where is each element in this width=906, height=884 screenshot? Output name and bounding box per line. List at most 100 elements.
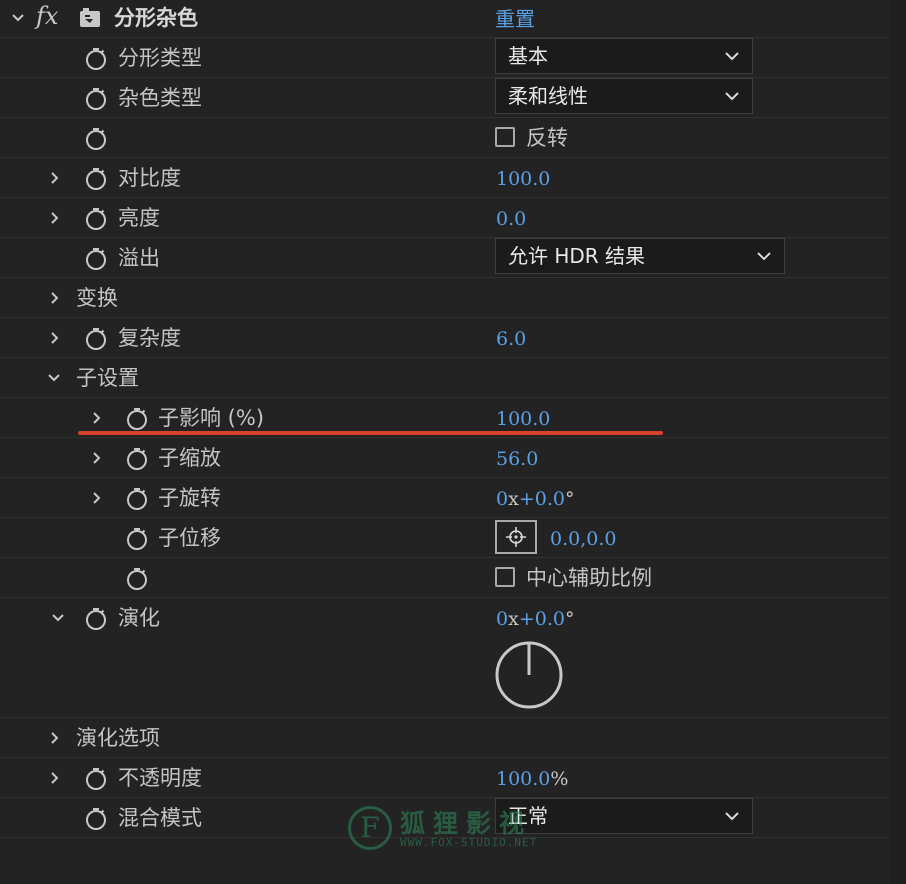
sub-influence-value[interactable]: 100.0 (496, 406, 550, 432)
stopwatch-icon[interactable] (84, 126, 108, 150)
invert-checkbox[interactable] (495, 127, 515, 147)
chevron-right-icon[interactable] (44, 288, 64, 308)
chevron-down-icon (754, 239, 774, 273)
overflow-dropdown[interactable]: 允许 HDR 结果 (495, 238, 785, 274)
row-opacity: 不透明度 100.0% (0, 758, 890, 798)
evolution-value: 0x+0.0° (496, 606, 574, 632)
fx-icon[interactable]: fx (36, 2, 58, 30)
sub-influence-label: 子影响 (%) (158, 406, 265, 430)
effect-name: 分形杂色 (114, 6, 198, 30)
chevron-right-icon[interactable] (44, 768, 64, 788)
complexity-value[interactable]: 6.0 (496, 326, 526, 352)
chevron-right-icon[interactable] (44, 728, 64, 748)
row-invert: 反转 (0, 118, 890, 158)
contrast-label: 对比度 (118, 166, 181, 190)
sub-scaling-value[interactable]: 56.0 (496, 446, 538, 472)
row-evolution: 演化 0x+0.0° (0, 598, 890, 718)
reset-link[interactable]: 重置 (495, 5, 535, 33)
chevron-right-icon[interactable] (44, 208, 64, 228)
transform-label: 变换 (76, 286, 118, 310)
row-sub-rotation: 子旋转 0x+0.0° (0, 478, 890, 518)
row-fractal-type: 分形类型 基本 (0, 38, 890, 78)
noise-type-dropdown[interactable]: 柔和线性 (495, 78, 753, 114)
sub-scaling-label: 子缩放 (158, 446, 221, 470)
stopwatch-icon[interactable] (84, 606, 108, 630)
sub-rotation-degrees[interactable]: +0.0 (519, 488, 565, 510)
center-subscale-checkbox[interactable] (495, 567, 515, 587)
highlight-underline (78, 431, 663, 435)
row-transform[interactable]: 变换 (0, 278, 890, 318)
stopwatch-icon[interactable] (84, 766, 108, 790)
row-brightness: 亮度 0.0 (0, 198, 890, 238)
sub-rotation-x: x (508, 488, 519, 510)
stopwatch-icon[interactable] (125, 446, 149, 470)
crosshair-icon[interactable] (495, 520, 537, 554)
effect-controls-panel: fx 分形杂色 重置 分形类型 基本 杂色类型 柔和线性 反转 对比度 100.… (0, 0, 906, 884)
stopwatch-icon[interactable] (84, 166, 108, 190)
sub-rotation-revolutions[interactable]: 0 (496, 488, 508, 510)
chevron-right-icon[interactable] (44, 168, 64, 188)
sub-offset-value[interactable]: 0.0,0.0 (550, 526, 616, 552)
row-contrast: 对比度 100.0 (0, 158, 890, 198)
chevron-right-icon[interactable] (44, 328, 64, 348)
opacity-label: 不透明度 (118, 766, 202, 790)
chevron-right-icon[interactable] (86, 408, 106, 428)
evolution-label: 演化 (118, 606, 160, 630)
chevron-down-icon[interactable] (48, 608, 68, 628)
stopwatch-icon[interactable] (125, 526, 149, 550)
stopwatch-icon[interactable] (84, 246, 108, 270)
evolution-revolutions[interactable]: 0 (496, 608, 508, 630)
opacity-value[interactable]: 100.0 (496, 768, 550, 790)
noise-type-value: 柔和线性 (508, 84, 588, 108)
stopwatch-icon[interactable] (125, 406, 149, 430)
effect-preset-icon (78, 6, 102, 30)
stopwatch-icon[interactable] (84, 806, 108, 830)
noise-type-label: 杂色类型 (118, 86, 202, 110)
fractal-type-dropdown[interactable]: 基本 (495, 38, 753, 74)
overflow-label: 溢出 (118, 246, 160, 270)
sub-offset-label: 子位移 (158, 526, 221, 550)
chevron-down-icon (722, 79, 742, 113)
sub-rotation-label: 子旋转 (158, 486, 221, 510)
chevron-right-icon[interactable] (86, 448, 106, 468)
fractal-type-label: 分形类型 (118, 46, 202, 70)
row-complexity: 复杂度 6.0 (0, 318, 890, 358)
effect-header-row[interactable]: fx 分形杂色 重置 (0, 0, 890, 38)
contrast-value[interactable]: 100.0 (496, 166, 550, 192)
fractal-type-value: 基本 (508, 44, 548, 68)
center-subscale-label: 中心辅助比例 (526, 566, 652, 590)
chevron-right-icon[interactable] (86, 488, 106, 508)
chevron-down-icon (722, 799, 742, 833)
complexity-label: 复杂度 (118, 326, 181, 350)
row-evolution-options[interactable]: 演化选项 (0, 718, 890, 758)
watermark-logo: F 狐狸影视 WWW.FOX-STUDIO.NET (348, 804, 568, 856)
evolution-options-label: 演化选项 (76, 726, 160, 750)
invert-label: 反转 (526, 126, 568, 150)
brightness-value[interactable]: 0.0 (496, 206, 526, 232)
sub-settings-label: 子设置 (76, 366, 139, 390)
degree-sign: ° (564, 488, 575, 510)
sub-rotation-value: 0x+0.0° (496, 486, 574, 512)
degree-sign: ° (564, 608, 575, 630)
stopwatch-icon[interactable] (84, 86, 108, 110)
evolution-angle-dial[interactable] (494, 640, 564, 710)
chevron-down-icon[interactable] (44, 368, 64, 388)
scrollbar[interactable] (890, 0, 906, 884)
stopwatch-icon[interactable] (84, 326, 108, 350)
row-noise-type: 杂色类型 柔和线性 (0, 78, 890, 118)
stopwatch-icon[interactable] (125, 566, 149, 590)
evolution-x: x (508, 608, 519, 630)
chevron-down-icon[interactable] (8, 8, 28, 28)
blend-mode-label: 混合模式 (118, 806, 202, 830)
row-sub-scaling: 子缩放 56.0 (0, 438, 890, 478)
evolution-degrees[interactable]: +0.0 (519, 608, 565, 630)
brightness-label: 亮度 (118, 206, 160, 230)
stopwatch-icon[interactable] (84, 46, 108, 70)
stopwatch-icon[interactable] (84, 206, 108, 230)
watermark-emblem: F (348, 806, 392, 850)
row-overflow: 溢出 允许 HDR 结果 (0, 238, 890, 278)
stopwatch-icon[interactable] (125, 486, 149, 510)
chevron-down-icon (722, 39, 742, 73)
row-sub-offset: 子位移 0.0,0.0 (0, 518, 890, 558)
row-sub-settings[interactable]: 子设置 (0, 358, 890, 398)
